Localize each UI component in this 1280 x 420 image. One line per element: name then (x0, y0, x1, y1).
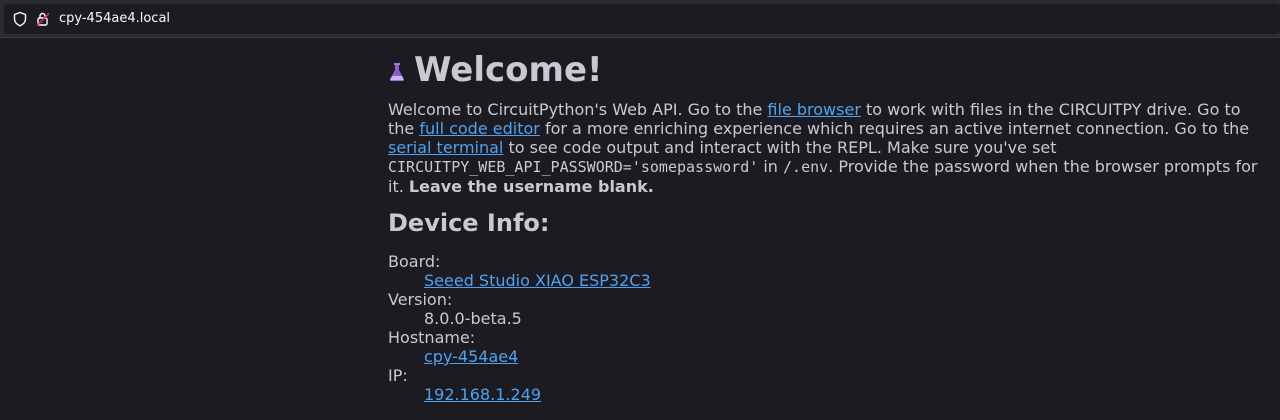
hostname-link[interactable]: cpy-454ae4 (424, 347, 518, 366)
serial-terminal-link[interactable]: serial terminal (388, 138, 503, 157)
full-code-editor-link[interactable]: full code editor (419, 119, 540, 138)
board-label: Board: (388, 252, 441, 271)
ip-label: IP: (388, 366, 408, 385)
page-title: Welcome! (388, 50, 603, 90)
intro-text-5: in (758, 157, 784, 176)
page-title-text: Welcome! (414, 50, 603, 90)
address-bar[interactable]: cpy-454ae4.local (4, 4, 1280, 34)
hostname-label: Hostname: (388, 328, 476, 347)
intro-text-4: to see code output and interact with the… (503, 138, 1057, 157)
flask-icon (389, 63, 405, 81)
shield-icon[interactable] (12, 11, 28, 27)
hostname-value: cpy-454ae4 (424, 347, 651, 366)
board-value: Seeed Studio XIAO ESP32C3 (424, 271, 651, 290)
url-text[interactable]: cpy-454ae4.local (59, 10, 170, 28)
ip-link[interactable]: 192.168.1.249 (424, 385, 541, 404)
intro-text-3: for a more enriching experience which re… (539, 119, 1250, 138)
version-label: Version: (388, 290, 453, 309)
file-browser-link[interactable]: file browser (767, 100, 860, 119)
insecure-lock-icon[interactable] (35, 11, 51, 27)
browser-toolbar: cpy-454ae4.local (0, 0, 1280, 38)
version-value: 8.0.0-beta.5 (424, 309, 522, 328)
device-info-heading: Device Info: (388, 209, 550, 237)
env-file-code: /.env (783, 158, 829, 176)
device-info-list: Board: Seeed Studio XIAO ESP32C3 Version… (388, 252, 651, 404)
board-link[interactable]: Seeed Studio XIAO ESP32C3 (424, 271, 651, 290)
username-note: Leave the username blank. (408, 177, 654, 196)
password-setting-code: CIRCUITPY_WEB_API_PASSWORD='somepassword… (388, 158, 759, 176)
ip-value: 192.168.1.249 (424, 385, 651, 404)
intro-text-1: Welcome to CircuitPython's Web API. Go t… (388, 100, 768, 119)
intro-paragraph: Welcome to CircuitPython's Web API. Go t… (388, 100, 1268, 196)
